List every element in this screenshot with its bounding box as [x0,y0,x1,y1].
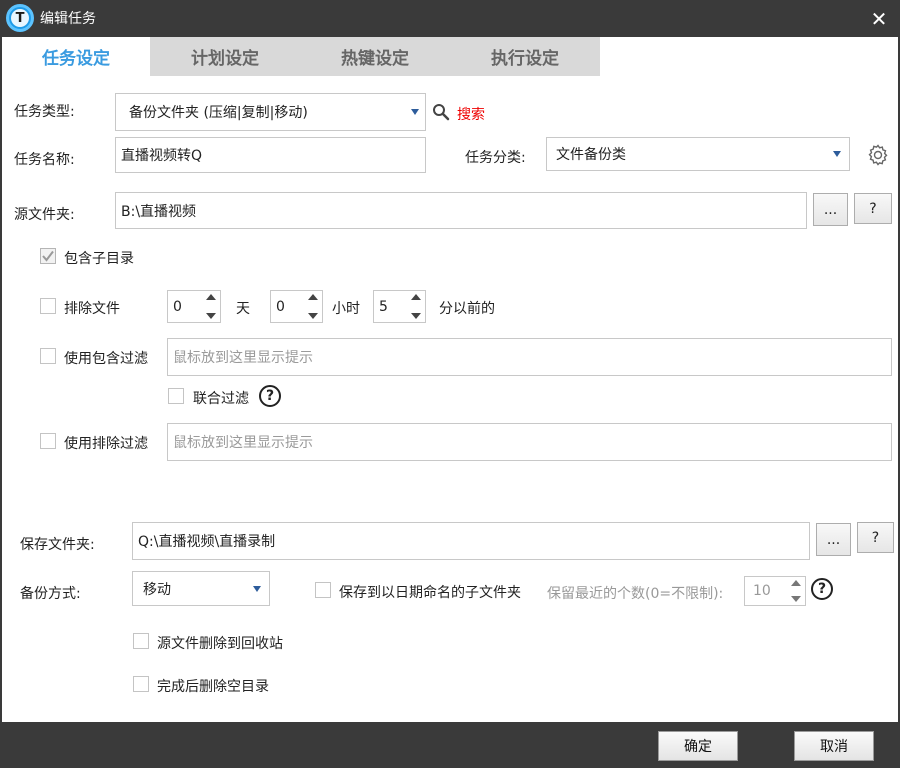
include-filter-checkbox[interactable] [40,348,56,364]
tab-strip: 任务设定 计划设定 热键设定 执行设定 [2,37,600,76]
task-category-label: 任务分类: [465,150,526,166]
tab-hotkey-settings[interactable]: 热键设定 [300,37,450,76]
save-folder-browse-button[interactable]: ... [816,523,851,556]
keep-recent-label: 保留最近的个数(0=不限制): [547,586,724,602]
window-title: 编辑任务 [40,11,96,27]
task-category-select[interactable]: 文件备份类 [546,137,850,171]
close-icon[interactable]: ✕ [866,6,892,32]
delete-to-recycle-checkbox[interactable] [133,633,149,649]
minutes-value: 5 [379,298,388,315]
tab-task-settings[interactable]: 任务设定 [2,37,150,76]
source-folder-browse-button[interactable]: ... [813,193,848,226]
arrow-down-icon[interactable] [308,313,318,319]
arrow-up-icon[interactable] [308,294,318,300]
include-subdirs-label: 包含子目录 [64,251,134,267]
backup-method-select[interactable]: 移动 [132,571,270,606]
exclude-files-checkbox[interactable] [40,298,56,314]
checkmark-icon [42,250,54,262]
minutes-unit-label: 分以前的 [439,301,495,317]
joint-filter-label: 联合过滤 [193,391,249,407]
delete-empty-dirs-label: 完成后删除空目录 [157,679,269,695]
arrow-down-icon[interactable] [206,313,216,319]
hours-stepper[interactable]: 0 [270,290,323,323]
arrow-up-icon[interactable] [206,294,216,300]
days-stepper[interactable]: 0 [167,290,221,323]
save-folder-help-button[interactable]: ? [857,522,894,553]
task-type-value: 备份文件夹 (压缩|复制|移动) [129,105,308,121]
include-filter-input[interactable]: 鼠标放到这里显示提示 [167,338,892,376]
days-unit-label: 天 [236,301,250,317]
chevron-down-icon [253,585,261,592]
chevron-down-icon [411,109,419,115]
arrow-up-icon[interactable] [791,580,801,586]
keep-recent-value: 10 [753,583,771,599]
app-logo-icon: T [6,4,34,32]
source-folder-input[interactable]: B:\直播视频 [115,192,807,229]
ok-button[interactable]: 确定 [658,731,738,761]
arrow-up-icon[interactable] [411,294,421,300]
keep-recent-help-icon[interactable]: ? [811,578,833,600]
delete-to-recycle-label: 源文件删除到回收站 [157,636,283,652]
joint-filter-help-icon[interactable]: ? [259,385,281,407]
tab-execution-settings[interactable]: 执行设定 [450,37,600,76]
source-folder-help-button[interactable]: ? [854,193,892,224]
title-bar [0,0,900,37]
hours-value: 0 [276,298,285,315]
save-folder-input[interactable]: Q:\直播视频\直播录制 [132,522,810,560]
task-type-select[interactable]: 备份文件夹 (压缩|复制|移动) [115,93,426,131]
backup-method-label: 备份方式: [20,586,81,602]
task-category-value: 文件备份类 [556,147,626,163]
exclude-files-label: 排除文件 [64,301,120,317]
days-value: 0 [173,298,182,315]
app-logo-letter: T [11,9,29,27]
cancel-button[interactable]: 取消 [794,731,874,761]
minutes-stepper[interactable]: 5 [373,290,426,323]
tab-schedule-settings[interactable]: 计划设定 [150,37,300,76]
save-folder-label: 保存文件夹: [20,537,95,553]
exclude-filter-input[interactable]: 鼠标放到这里显示提示 [167,423,892,461]
gear-icon[interactable] [866,143,890,167]
task-name-label: 任务名称: [14,152,75,168]
backup-method-value: 移动 [143,581,171,598]
delete-empty-dirs-checkbox[interactable] [133,676,149,692]
task-name-input[interactable]: 直播视频转Q [115,137,426,173]
search-link[interactable]: 搜索 [457,104,485,124]
joint-filter-checkbox[interactable] [168,388,184,404]
search-icon[interactable] [432,103,450,121]
hours-unit-label: 小时 [332,301,360,317]
date-subfolder-checkbox[interactable] [315,582,331,598]
task-type-label: 任务类型: [14,104,75,120]
arrow-down-icon[interactable] [791,596,801,602]
exclude-filter-checkbox[interactable] [40,433,56,449]
arrow-down-icon[interactable] [411,313,421,319]
keep-recent-stepper[interactable]: 10 [744,576,806,606]
source-folder-label: 源文件夹: [14,207,75,223]
footer-bar [2,722,898,768]
date-subfolder-label: 保存到以日期命名的子文件夹 [339,585,521,601]
include-subdirs-checkbox[interactable] [40,248,56,264]
exclude-filter-label: 使用排除过滤 [64,436,148,452]
include-filter-label: 使用包含过滤 [64,351,148,367]
chevron-down-icon [833,151,841,157]
